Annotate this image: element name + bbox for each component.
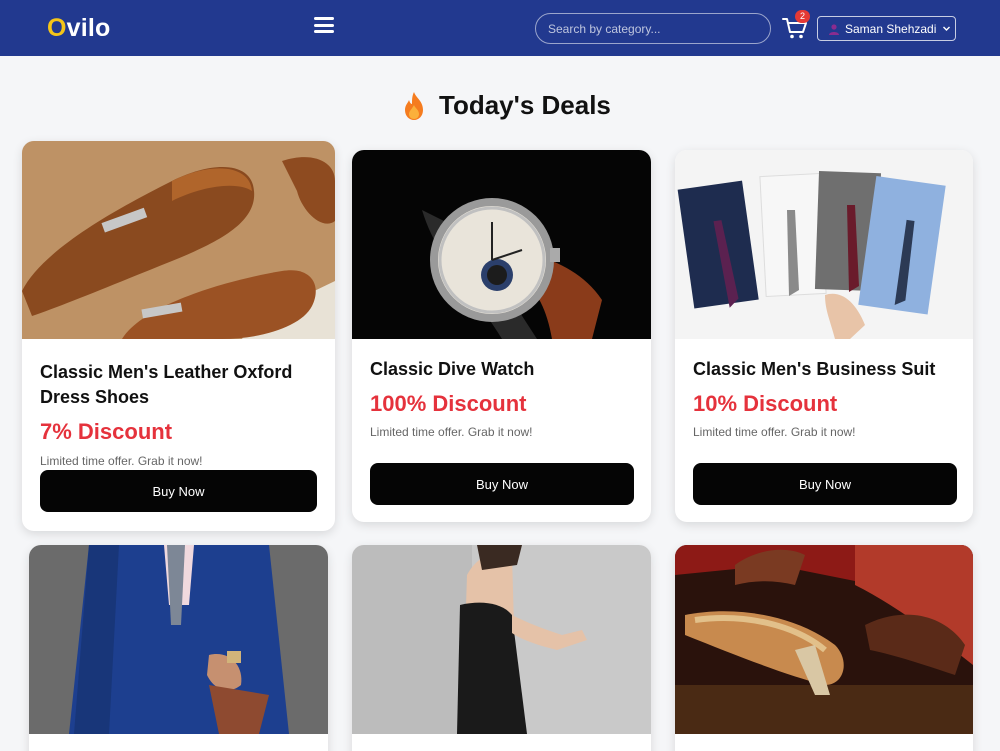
deal-card bbox=[29, 545, 328, 751]
deal-card: Classic Men's Business Suit 10% Discount… bbox=[675, 150, 973, 522]
offer-note: Limited time offer. Grab it now! bbox=[693, 425, 856, 439]
top-navbar: Ovilo 2 Saman Shehzadi bbox=[0, 0, 1000, 56]
logo[interactable]: Ovilo bbox=[47, 14, 111, 43]
user-name: Saman Shehzadi bbox=[845, 21, 937, 36]
product-image[interactable] bbox=[22, 141, 335, 339]
product-name: Classic Men's Business Suit bbox=[693, 359, 936, 379]
product-image[interactable] bbox=[29, 545, 328, 734]
discount-label: 10% Discount bbox=[693, 391, 838, 416]
logo-accent-letter: O bbox=[47, 14, 67, 42]
product-name: Classic Dive Watch bbox=[370, 359, 535, 379]
user-menu-button[interactable]: Saman Shehzadi bbox=[817, 16, 956, 41]
cart-count-badge: 2 bbox=[795, 10, 810, 23]
deal-card: Classic Men's Leather Oxford Dress Shoes… bbox=[22, 141, 335, 531]
product-image[interactable] bbox=[352, 545, 651, 734]
deal-card bbox=[352, 545, 651, 751]
user-icon bbox=[829, 23, 839, 35]
fire-icon bbox=[405, 91, 423, 120]
product-image[interactable] bbox=[675, 150, 973, 339]
section-title: Today's Deals bbox=[401, 90, 611, 121]
offer-note: Limited time offer. Grab it now! bbox=[370, 425, 533, 439]
product-image[interactable] bbox=[675, 545, 973, 734]
discount-label: 100% Discount bbox=[370, 391, 527, 416]
product-name: Classic Men's Leather Oxford Dress Shoes bbox=[40, 362, 293, 407]
search-input[interactable] bbox=[535, 13, 771, 44]
discount-label: 7% Discount bbox=[40, 419, 173, 444]
chevron-down-icon bbox=[943, 26, 951, 31]
offer-note: Limited time offer. Grab it now! bbox=[40, 454, 203, 468]
deal-card bbox=[675, 545, 973, 751]
buy-now-button[interactable]: Buy Now bbox=[370, 463, 634, 505]
deal-card: Classic Dive Watch 100% Discount Limited… bbox=[352, 150, 651, 522]
buy-now-button[interactable]: Buy Now bbox=[693, 463, 957, 505]
page-title: Today's Deals bbox=[439, 90, 611, 120]
hamburger-menu-icon[interactable] bbox=[314, 17, 334, 33]
buy-now-button[interactable]: Buy Now bbox=[40, 470, 317, 512]
product-image[interactable] bbox=[352, 150, 651, 339]
logo-text: vilo bbox=[66, 14, 111, 42]
